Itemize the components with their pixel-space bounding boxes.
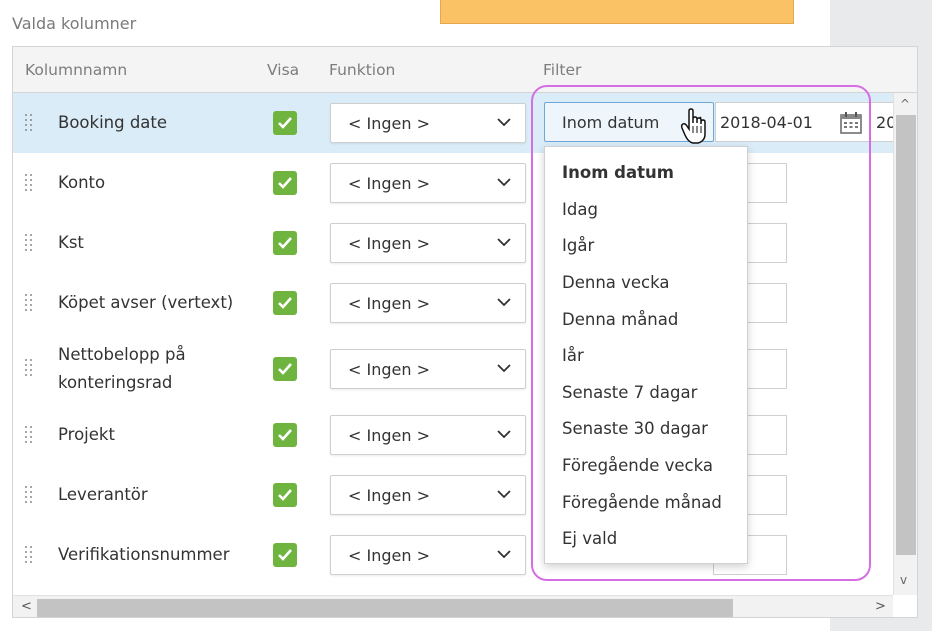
- drag-handle-icon[interactable]: [25, 234, 35, 252]
- scroll-down-icon[interactable]: v: [900, 573, 907, 587]
- drag-handle-icon[interactable]: [25, 486, 35, 504]
- chevron-down-icon: [497, 118, 511, 127]
- chevron-down-icon: [497, 430, 511, 439]
- scroll-right-icon[interactable]: >: [875, 599, 886, 614]
- highlight-annotation: [531, 85, 871, 581]
- visible-checkbox[interactable]: [273, 171, 297, 195]
- function-value: < Ingen >: [348, 114, 430, 133]
- header-show: Visa: [267, 61, 300, 79]
- visible-checkbox[interactable]: [273, 543, 297, 567]
- column-name: Konto: [58, 173, 106, 192]
- vertical-scrollbar[interactable]: ^ v: [893, 93, 917, 595]
- drag-handle-icon[interactable]: [25, 114, 35, 132]
- column-name: Nettobelopp på: [58, 345, 186, 364]
- function-value: < Ingen >: [348, 234, 430, 253]
- drag-handle-icon[interactable]: [25, 426, 35, 444]
- column-name-line2: konteringsrad: [58, 373, 173, 392]
- function-select[interactable]: < Ingen >: [330, 415, 526, 455]
- function-select[interactable]: < Ingen >: [330, 349, 526, 389]
- visible-checkbox[interactable]: [273, 291, 297, 315]
- chevron-down-icon: [497, 550, 511, 559]
- function-select[interactable]: < Ingen >: [330, 475, 526, 515]
- hand-cursor-icon: [680, 108, 706, 144]
- function-select[interactable]: < Ingen >: [330, 103, 526, 143]
- function-value: < Ingen >: [348, 294, 430, 313]
- scroll-up-icon[interactable]: ^: [900, 97, 910, 111]
- function-select[interactable]: < Ingen >: [330, 163, 526, 203]
- function-select[interactable]: < Ingen >: [330, 283, 526, 323]
- chevron-down-icon: [497, 298, 511, 307]
- column-name: Verifikationsnummer: [58, 545, 230, 564]
- visible-checkbox[interactable]: [273, 111, 297, 135]
- header-filter: Filter: [543, 61, 582, 79]
- column-name: Kst: [58, 233, 84, 252]
- visible-checkbox[interactable]: [273, 231, 297, 255]
- orange-banner: [440, 0, 794, 24]
- scroll-left-icon[interactable]: <: [21, 599, 32, 614]
- section-title: Valda kolumner: [12, 14, 137, 33]
- function-value: < Ingen >: [348, 426, 430, 445]
- function-value: < Ingen >: [348, 486, 430, 505]
- drag-handle-icon[interactable]: [25, 546, 35, 564]
- drag-handle-icon[interactable]: [25, 294, 35, 312]
- chevron-down-icon: [497, 364, 511, 373]
- header-function: Funktion: [329, 61, 396, 79]
- column-name: Projekt: [58, 425, 115, 444]
- chevron-down-icon: [497, 178, 511, 187]
- visible-checkbox[interactable]: [273, 483, 297, 507]
- header-column-name: Kolumnnamn: [25, 61, 128, 79]
- horizontal-scrollbar[interactable]: < >: [13, 595, 893, 617]
- function-select[interactable]: < Ingen >: [330, 223, 526, 263]
- column-name: Köpet avser (vertext): [58, 293, 234, 312]
- function-value: < Ingen >: [348, 360, 430, 379]
- horizontal-scroll-thumb[interactable]: [37, 599, 733, 617]
- column-name: Leverantör: [58, 485, 148, 504]
- column-name: Booking date: [58, 113, 168, 132]
- visible-checkbox[interactable]: [273, 423, 297, 447]
- drag-handle-icon[interactable]: [25, 359, 35, 377]
- drag-handle-icon[interactable]: [25, 174, 35, 192]
- chevron-down-icon: [497, 490, 511, 499]
- function-select[interactable]: < Ingen >: [330, 535, 526, 575]
- vertical-scroll-thumb[interactable]: [896, 115, 916, 555]
- function-value: < Ingen >: [348, 546, 430, 565]
- visible-checkbox[interactable]: [273, 357, 297, 381]
- function-value: < Ingen >: [348, 174, 430, 193]
- chevron-down-icon: [497, 238, 511, 247]
